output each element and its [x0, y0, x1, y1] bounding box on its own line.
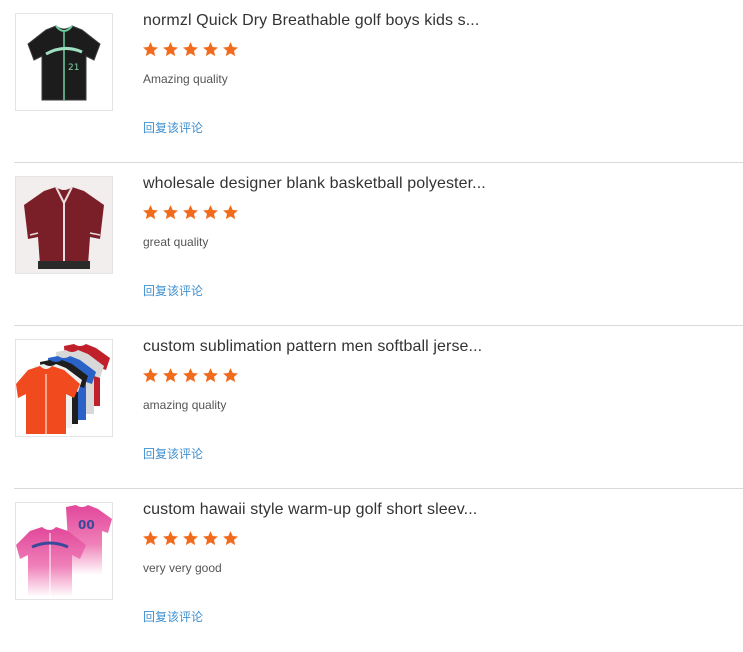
star-icon [183, 531, 198, 546]
star-icon [223, 368, 238, 383]
star-icon [223, 42, 238, 57]
review-comment: very very good [143, 561, 222, 575]
svg-text:00: 00 [78, 518, 95, 532]
star-icon [223, 205, 238, 220]
star-icon [203, 531, 218, 546]
product-title[interactable]: custom sublimation pattern men softball … [143, 338, 482, 356]
star-rating [142, 530, 239, 550]
multicolor-softball-jerseys-icon [16, 344, 110, 434]
review-comment: amazing quality [143, 398, 227, 412]
star-icon [183, 42, 198, 57]
star-icon [203, 368, 218, 383]
star-icon [203, 205, 218, 220]
product-title[interactable]: normzl Quick Dry Breathable golf boys ki… [143, 12, 479, 30]
star-rating [142, 41, 239, 61]
star-icon [143, 368, 158, 383]
product-thumbnail-black-jersey[interactable]: 21 [15, 13, 113, 111]
svg-text:21: 21 [68, 63, 79, 73]
black-baseball-jersey-icon: 21 [27, 25, 101, 101]
review-comment: great quality [143, 235, 209, 249]
maroon-baseball-jersey-icon [16, 177, 112, 273]
star-icon [163, 368, 178, 383]
star-icon [223, 531, 238, 546]
reply-to-review-link[interactable]: 回复该评论 [143, 445, 203, 462]
star-icon [143, 205, 158, 220]
star-icon [183, 205, 198, 220]
reply-to-review-link[interactable]: 回复该评论 [143, 119, 203, 136]
star-icon [163, 205, 178, 220]
star-icon [203, 42, 218, 57]
review-list: 21 normzl Quick Dry Breathable golf boys… [0, 0, 743, 652]
star-icon [143, 531, 158, 546]
product-thumbnail-pink-jersey[interactable]: 00 [15, 502, 113, 600]
review-item: 00 custom hawaii style warm-up golf shor… [14, 489, 743, 652]
pink-gradient-baseball-jersey-icon: 00 [16, 505, 112, 597]
reply-to-review-link[interactable]: 回复该评论 [143, 282, 203, 299]
review-item: 21 normzl Quick Dry Breathable golf boys… [14, 0, 743, 163]
star-icon [163, 42, 178, 57]
product-thumbnail-maroon-jersey[interactable] [15, 176, 113, 274]
reply-to-review-link[interactable]: 回复该评论 [143, 608, 203, 625]
star-icon [143, 42, 158, 57]
star-icon [163, 531, 178, 546]
product-thumbnail-softball-jerseys[interactable] [15, 339, 113, 437]
product-title[interactable]: wholesale designer blank basketball poly… [143, 175, 486, 193]
product-title[interactable]: custom hawaii style warm-up golf short s… [143, 501, 477, 519]
star-rating [142, 204, 239, 224]
review-comment: Amazing quality [143, 72, 228, 86]
review-item: custom sublimation pattern men softball … [14, 326, 743, 489]
review-item: wholesale designer blank basketball poly… [14, 163, 743, 326]
star-icon [183, 368, 198, 383]
star-rating [142, 367, 239, 387]
